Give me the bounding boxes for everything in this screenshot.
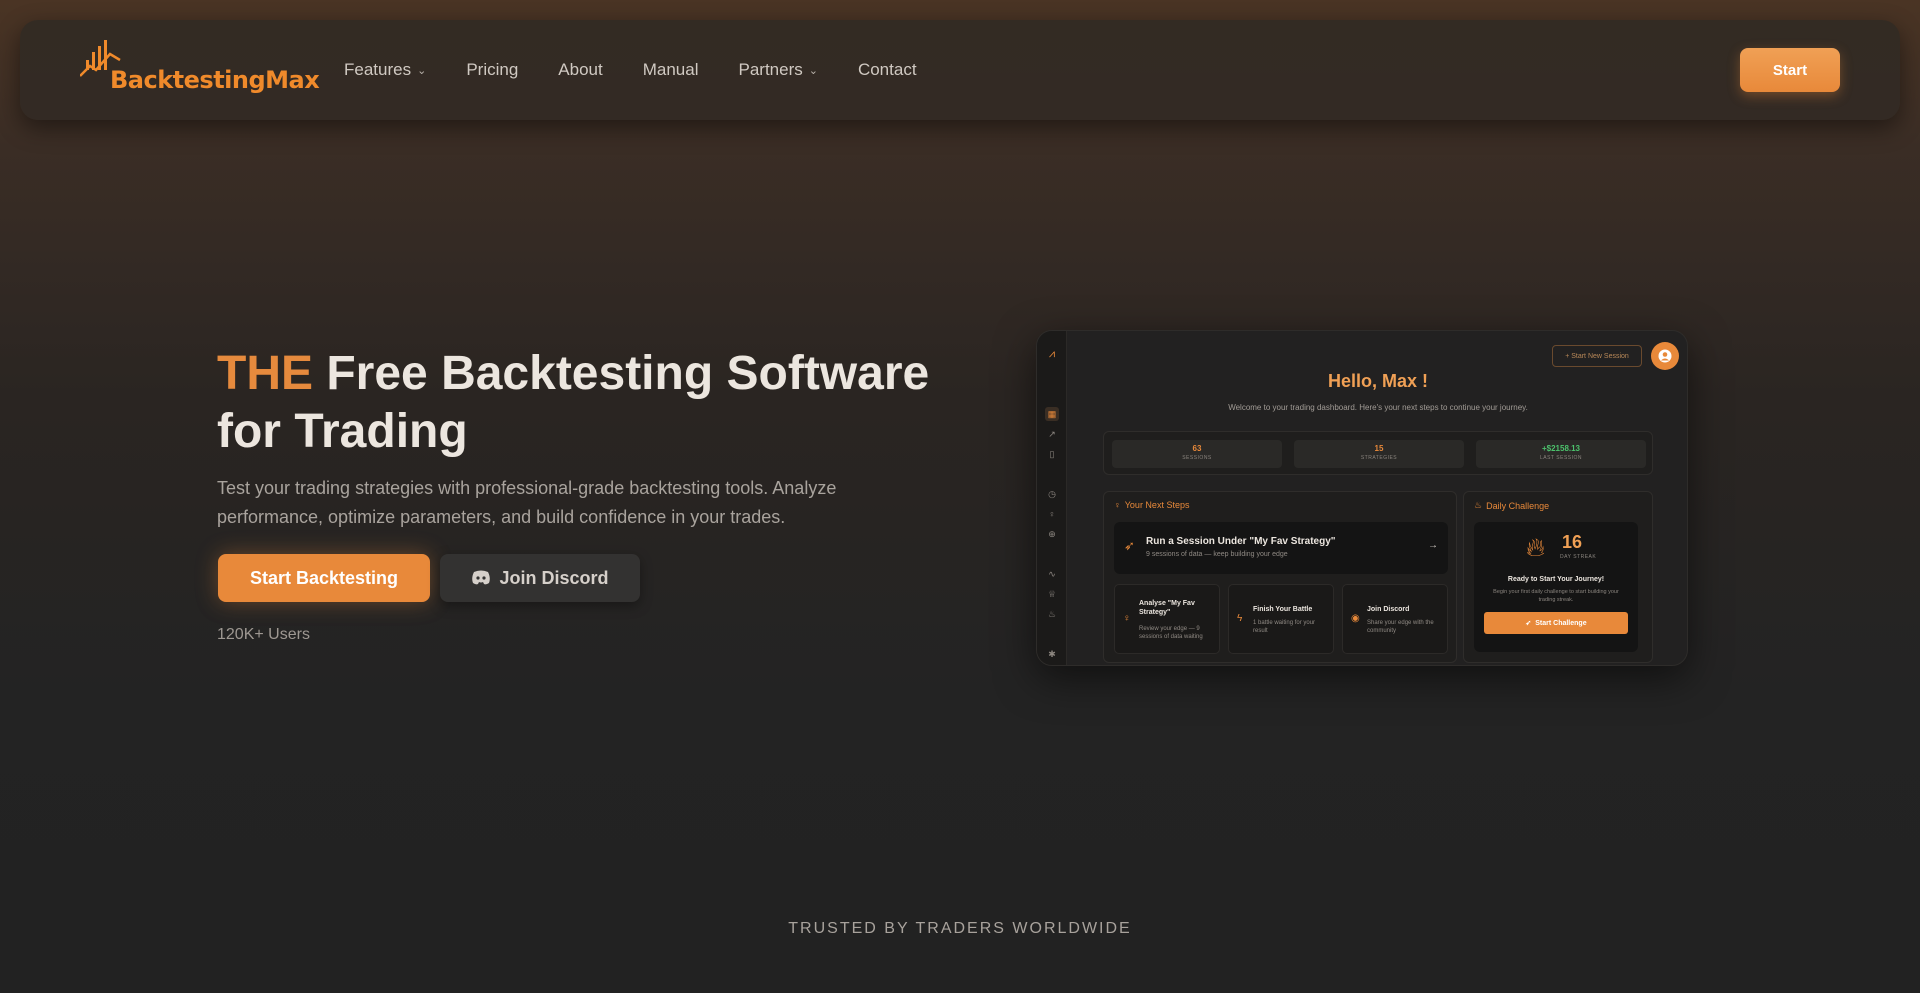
hero-subtitle: Test your trading strategies with profes… xyxy=(217,478,837,527)
trophy-icon: ♕ xyxy=(1047,589,1057,599)
trend-icon: ↗ xyxy=(1048,429,1056,439)
logo[interactable]: BacktestingMax xyxy=(80,38,320,102)
nav-contact[interactable]: Contact xyxy=(858,60,917,80)
navbar: BacktestingMax Features ⌄ Pricing About M… xyxy=(20,20,1900,120)
nav-links: Features ⌄ Pricing About Manual Partners ⌄… xyxy=(344,20,917,120)
flame-icon: 🔥︎ xyxy=(1526,532,1546,562)
join-discord-card[interactable]: ◉ Join Discord Share your edge with the … xyxy=(1342,584,1448,654)
dashboard-icon: ▦ xyxy=(1045,407,1059,421)
fire-icon: ♨ xyxy=(1047,609,1057,619)
clock-icon: ◷ xyxy=(1048,489,1056,499)
stat-last-session: +$2158.13 LAST SESSION xyxy=(1476,440,1646,468)
nav-partners[interactable]: Partners ⌄ xyxy=(738,60,817,80)
bolt-icon: ϟ xyxy=(1237,613,1243,624)
stat-sessions: 63 SESSIONS xyxy=(1112,440,1282,468)
logo-icon: ⩘ xyxy=(1048,348,1056,360)
dashboard-preview: ⩘ ▦ ↗ ▯ ◷ ♀ ⊕ ∿ ♕ ♨ ✱ + Start New Sessio… xyxy=(1036,330,1688,666)
join-discord-button[interactable]: Join Discord xyxy=(440,554,640,602)
hero-title: THE Free Backtesting Software for Tradin… xyxy=(217,345,997,461)
next-steps-panel: ♀ Your Next Steps ➶ Run a Session Under "… xyxy=(1103,491,1457,663)
arrow-right-icon: → xyxy=(1428,540,1438,551)
discord-icon xyxy=(472,570,491,585)
ready-subtitle: Begin your first daily challenge to star… xyxy=(1493,589,1619,603)
nav-manual[interactable]: Manual xyxy=(643,60,699,80)
fire-icon: ♨ xyxy=(1474,500,1483,510)
analyse-strategy-card[interactable]: ♀ Analyse "My Fav Strategy" Review your … xyxy=(1114,584,1220,654)
run-session-card[interactable]: ➶ Run a Session Under "My Fav Strategy" … xyxy=(1114,522,1448,574)
dashboard-greeting: Hello, Max ! xyxy=(1327,371,1429,391)
streak-count: 16 xyxy=(1562,532,1583,552)
rocket-icon: ➶ xyxy=(1124,538,1135,553)
nav-features[interactable]: Features ⌄ xyxy=(344,60,426,80)
bulb-icon: ♀ xyxy=(1114,500,1121,510)
start-button[interactable]: Start xyxy=(1740,48,1840,92)
globe-icon: ⊕ xyxy=(1048,529,1056,539)
nav-about[interactable]: About xyxy=(558,60,602,80)
stat-strategies: 15 STRATEGIES xyxy=(1294,440,1464,468)
stats-box: 63 SESSIONS 15 STRATEGIES +$2158.13 LAST… xyxy=(1103,431,1653,475)
dashboard-sidebar: ⩘ ▦ ↗ ▯ ◷ ♀ ⊕ ∿ ♕ ♨ ✱ xyxy=(1037,331,1067,665)
bulb-icon: ♀ xyxy=(1048,509,1056,519)
user-icon xyxy=(1658,349,1672,363)
start-backtesting-button[interactable]: Start Backtesting xyxy=(218,554,430,602)
finish-battle-card[interactable]: ϟ Finish Your Battle 1 battle waiting fo… xyxy=(1228,584,1334,654)
next-steps-title: ♀ Your Next Steps xyxy=(1114,500,1190,510)
discord-icon: ◉ xyxy=(1351,613,1360,624)
start-challenge-button[interactable]: ➶ Start Challenge xyxy=(1484,612,1628,634)
hero-title-rest: Free Backtesting Software for Trading xyxy=(217,347,930,458)
daily-challenge-title: ♨ Daily Challenge xyxy=(1474,500,1550,511)
chevron-down-icon: ⌄ xyxy=(808,64,818,77)
settings-icon: ✱ xyxy=(1048,649,1056,659)
chevron-down-icon: ⌄ xyxy=(417,64,427,77)
logo-text: BacktestingMax xyxy=(110,66,320,94)
trusted-heading: TRUSTED BY TRADERS WORLDWIDE xyxy=(788,920,1132,937)
bulb-icon: ♀ xyxy=(1123,613,1131,624)
dashboard-welcome: Welcome to your trading dashboard. Here'… xyxy=(1228,403,1528,412)
daily-challenge-panel: ♨ Daily Challenge 🔥︎ 16 DAY STREAK Ready … xyxy=(1463,491,1653,663)
rocket-icon: ➶ xyxy=(1525,620,1532,627)
ready-title: Ready to Start Your Journey! xyxy=(1507,576,1605,583)
nav-pricing[interactable]: Pricing xyxy=(466,60,518,80)
hero-title-accent: THE xyxy=(217,347,313,400)
avatar[interactable] xyxy=(1651,342,1679,370)
start-new-session-button[interactable]: + Start New Session xyxy=(1552,345,1642,367)
book-icon: ▯ xyxy=(1049,449,1055,459)
challenge-card: 🔥︎ 16 DAY STREAK Ready to Start Your Jou… xyxy=(1474,522,1638,652)
pulse-icon: ∿ xyxy=(1048,569,1056,579)
users-count: 120K+ Users xyxy=(217,626,310,643)
